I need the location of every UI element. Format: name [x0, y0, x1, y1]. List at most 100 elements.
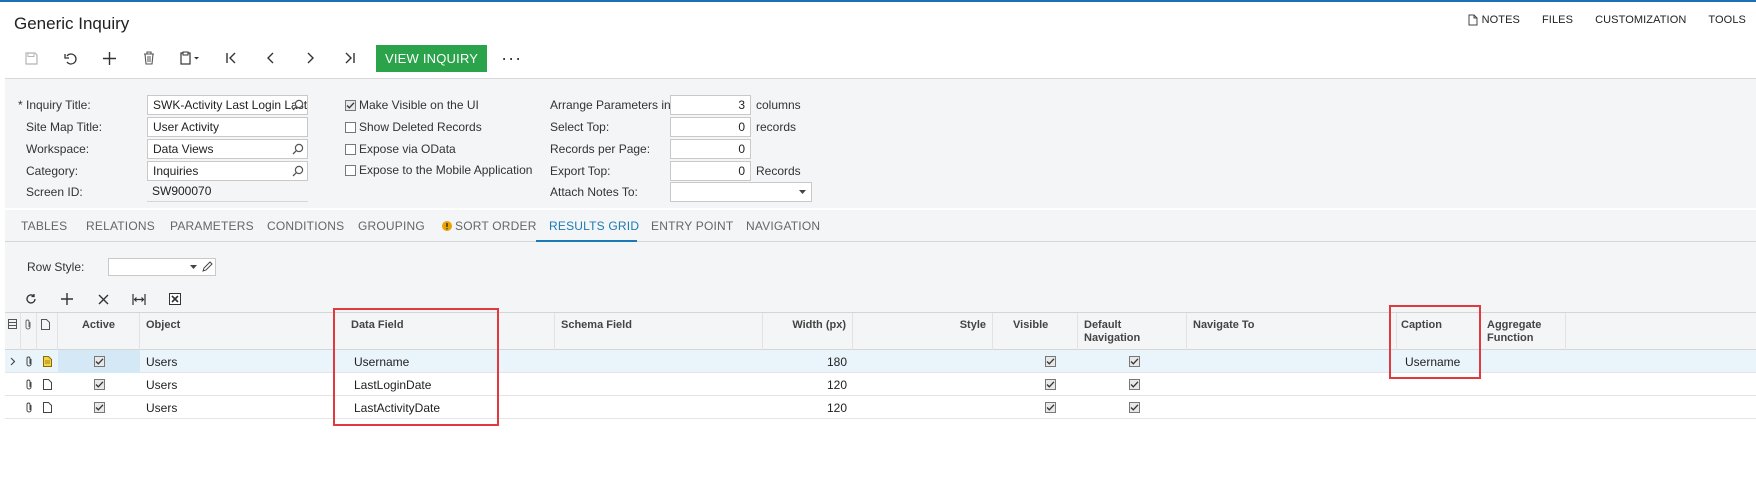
object-cell[interactable]: Users [140, 350, 335, 373]
note-cell[interactable] [37, 396, 58, 419]
tab-navigation[interactable]: NAVIGATION [746, 219, 820, 233]
view-inquiry-button[interactable]: VIEW INQUIRY [376, 44, 488, 72]
search-icon[interactable] [292, 143, 304, 155]
note-cell[interactable] [37, 350, 58, 373]
add-button[interactable] [90, 44, 129, 72]
inquiry-title-value: SWK-Activity Last Login Last [153, 98, 308, 112]
col-navigate-to-header[interactable]: Navigate To [1187, 313, 1397, 350]
attachment-cell[interactable] [21, 396, 37, 419]
attachment-cell[interactable] [21, 350, 37, 373]
select-top-input[interactable]: 0 [670, 117, 751, 137]
default-navigation-checkbox[interactable] [1078, 396, 1187, 419]
previous-record-button[interactable] [251, 44, 290, 72]
active-checkbox[interactable] [58, 373, 140, 396]
workspace-input[interactable]: Data Views [147, 139, 308, 159]
records-per-page-input[interactable]: 0 [670, 139, 751, 159]
top-accent-line [0, 0, 1756, 2]
visible-checkbox[interactable] [993, 396, 1078, 419]
last-icon [345, 52, 355, 64]
notes-link[interactable]: NOTES [1468, 14, 1520, 26]
width-cell[interactable]: 120 [763, 396, 853, 419]
default-navigation-checkbox[interactable] [1078, 350, 1187, 373]
next-record-button[interactable] [290, 44, 329, 72]
records-per-page-label: Records per Page: [550, 142, 651, 156]
delete-button[interactable] [129, 44, 168, 72]
col-visible-header[interactable]: Visible [993, 313, 1078, 350]
refresh-icon [26, 294, 36, 304]
delete-row-button[interactable] [85, 290, 121, 308]
category-input[interactable]: Inquiries [147, 161, 308, 181]
make-visible-checkbox[interactable]: Make Visible on the UI [345, 98, 479, 112]
col-schema-field-header[interactable]: Schema Field [555, 313, 763, 350]
expose-mobile-checkbox[interactable]: Expose to the Mobile Application [345, 163, 532, 177]
last-record-button[interactable] [329, 44, 368, 72]
col-width-header[interactable]: Width (px) [763, 313, 853, 350]
paperclip-icon [26, 379, 31, 390]
pencil-icon[interactable] [201, 261, 213, 273]
clipboard-button[interactable] [168, 44, 212, 72]
clipboard-icon [180, 51, 199, 65]
width-cell[interactable]: 120 [763, 373, 853, 396]
expose-odata-checkbox[interactable]: Expose via OData [345, 142, 456, 156]
save-button[interactable] [12, 44, 51, 72]
more-actions-button[interactable]: ··· [501, 48, 522, 69]
col-default-navigation-header[interactable]: Default Navigation [1078, 313, 1187, 350]
tab-parameters[interactable]: PARAMETERS [170, 219, 254, 233]
visible-checkbox[interactable] [993, 373, 1078, 396]
arrange-params-input[interactable]: 3 [670, 95, 751, 115]
first-record-button[interactable] [212, 44, 251, 72]
tab-results-grid[interactable]: RESULTS GRID [549, 219, 639, 233]
refresh-button[interactable] [13, 290, 49, 308]
trash-icon [143, 51, 154, 65]
object-cell[interactable]: Users [140, 396, 335, 419]
col-active-header[interactable]: Active [58, 313, 140, 350]
active-checkbox[interactable] [58, 350, 140, 373]
visible-checkbox[interactable] [993, 350, 1078, 373]
row-selector-header[interactable] [5, 313, 21, 350]
results-grid-table: Active Object Data Field Schema Field Wi… [5, 305, 1756, 487]
tab-entry-point[interactable]: ENTRY POINT [651, 219, 733, 233]
show-deleted-checkbox[interactable]: Show Deleted Records [345, 120, 482, 134]
width-cell[interactable]: 180 [763, 350, 853, 373]
note-filled-icon [43, 356, 52, 367]
caption-cell[interactable] [1399, 396, 1481, 419]
tools-link[interactable]: TOOLS [1708, 14, 1746, 26]
site-map-title-input[interactable]: User Activity [147, 117, 308, 137]
tab-conditions[interactable]: CONDITIONS [267, 219, 344, 233]
col-style-header[interactable]: Style [853, 313, 993, 350]
select-top-label: Select Top: [550, 120, 610, 134]
row-selected-indicator [5, 350, 21, 373]
note-cell[interactable] [37, 373, 58, 396]
undo-button[interactable] [51, 44, 90, 72]
table-row[interactable]: Users LastLoginDate 120 [5, 373, 1756, 396]
col-object-header[interactable]: Object [140, 313, 335, 350]
attachment-cell[interactable] [21, 373, 37, 396]
tab-grouping[interactable]: GROUPING [358, 219, 425, 233]
files-link[interactable]: FILES [1542, 14, 1573, 26]
fit-columns-button[interactable] [121, 290, 157, 308]
dropdown-arrow-icon [799, 190, 806, 194]
export-excel-button[interactable] [157, 290, 193, 308]
add-row-button[interactable] [49, 290, 85, 308]
attach-notes-select[interactable] [670, 182, 812, 202]
checkbox-checked-icon [93, 356, 105, 367]
tab-sort-order[interactable]: SORT ORDER [442, 219, 537, 233]
customization-link[interactable]: CUSTOMIZATION [1595, 14, 1686, 26]
inquiry-title-input[interactable]: SWK-Activity Last Login Last [147, 95, 308, 115]
search-icon[interactable] [292, 165, 304, 177]
active-checkbox[interactable] [58, 396, 140, 419]
tab-relations[interactable]: RELATIONS [86, 219, 155, 233]
table-row[interactable]: Users Username 180 Username [5, 350, 1756, 373]
row-style-select[interactable] [108, 258, 216, 276]
object-cell[interactable]: Users [140, 373, 335, 396]
checkbox-checked-icon [1045, 379, 1056, 390]
col-aggregate-function-header[interactable]: Aggregate Function [1481, 313, 1566, 350]
export-top-input[interactable]: 0 [670, 161, 751, 181]
table-row[interactable]: Users LastActivityDate 120 [5, 396, 1756, 419]
default-navigation-checkbox[interactable] [1078, 373, 1187, 396]
paperclip-icon [26, 356, 31, 367]
tab-tables[interactable]: TABLES [21, 219, 67, 233]
chevron-right-icon [10, 357, 16, 366]
search-icon[interactable] [292, 99, 304, 111]
arrange-params-label: Arrange Parameters in: [550, 98, 675, 112]
